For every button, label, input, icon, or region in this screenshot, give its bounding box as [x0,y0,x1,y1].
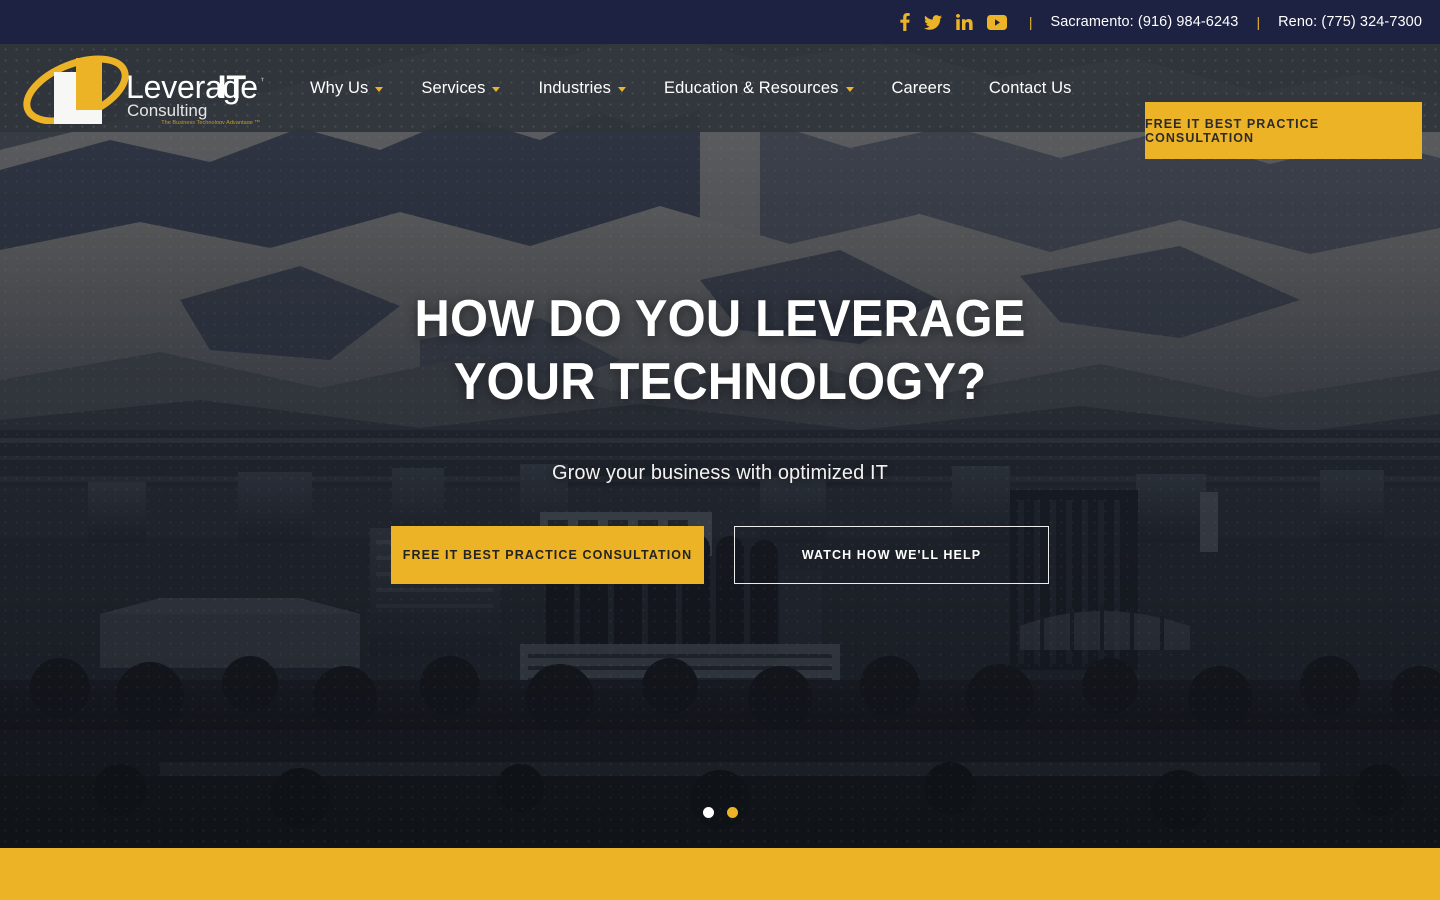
linkedin-icon[interactable] [955,14,973,30]
nav-item-label: Contact Us [988,78,1072,97]
hero-headline: HOW DO YOU LEVERAGE YOUR TECHNOLOGY? [203,288,1237,414]
top-utility-bar: | Sacramento: (916) 984-6243 | Reno: (77… [0,0,1440,44]
facebook-icon[interactable] [900,13,910,31]
carousel-dot-2[interactable] [726,807,738,818]
nav-item-why-us[interactable]: Why Us [310,79,402,98]
svg-text:Consulting: Consulting [127,101,207,120]
nav-item-label: Careers [891,78,951,97]
top-utility-bar-inner: | Sacramento: (916) 984-6243 | Reno: (77… [900,0,1440,44]
chevron-down-icon [617,86,626,92]
phone-reno[interactable]: Reno: (775) 324-7300 [1278,14,1422,30]
nav-item-contact-us[interactable]: Contact Us [970,79,1091,98]
hero-headline-line-1: HOW DO YOU LEVERAGE [414,290,1026,348]
svg-text:™: ™ [260,76,264,86]
site-header: Leverage IT ™ Consulting The Business Te… [0,44,1440,159]
phone-sacramento[interactable]: Sacramento: (916) 984-6243 [1050,14,1238,30]
yellow-section-divider [0,848,1440,900]
chevron-down-icon [492,86,501,92]
hero-consultation-button[interactable]: FREE IT BEST PRACTICE CONSULTATION [391,525,704,584]
hero-watch-video-button[interactable]: WATCH HOW WE'LL HELP [734,525,1049,584]
chevron-down-icon [845,86,854,92]
hero-headline-line-2: YOUR TECHNOLOGY? [453,352,987,411]
nav-item-label: Education & Resources [663,78,839,97]
carousel-dot-1[interactable] [702,807,714,818]
main-navigation: Why Us Services Industries Education & R… [310,44,1091,132]
nav-item-label: Industries [538,78,611,97]
hero-button-group: FREE IT BEST PRACTICE CONSULTATION WATCH… [391,525,1049,584]
header-consultation-button[interactable]: FREE IT BEST PRACTICE CONSULTATION [1145,102,1422,159]
nav-item-services[interactable]: Services [402,79,519,98]
youtube-icon[interactable] [986,14,1007,30]
chevron-down-icon [375,86,384,92]
hero-subheadline: Grow your business with optimized IT [552,461,888,484]
nav-item-label: Services [421,78,486,97]
social-links [900,13,1007,31]
carousel-pagination [0,807,1440,818]
nav-item-industries[interactable]: Industries [519,79,645,98]
site-logo[interactable]: Leverage IT ™ Consulting The Business Te… [14,50,264,124]
page-root: HOW DO YOU LEVERAGE YOUR TECHNOLOGY? Gro… [0,0,1440,900]
svg-text:The Business Technology Advant: The Business Technology Advantage ™ [161,120,260,124]
nav-item-education-resources[interactable]: Education & Resources [645,79,873,98]
svg-text:IT: IT [218,69,247,105]
nav-item-label: Why Us [310,78,369,97]
nav-item-careers[interactable]: Careers [873,79,970,98]
topbar-separator-1: | [1028,14,1033,30]
twitter-icon[interactable] [923,14,942,30]
topbar-separator-2: | [1256,14,1261,30]
